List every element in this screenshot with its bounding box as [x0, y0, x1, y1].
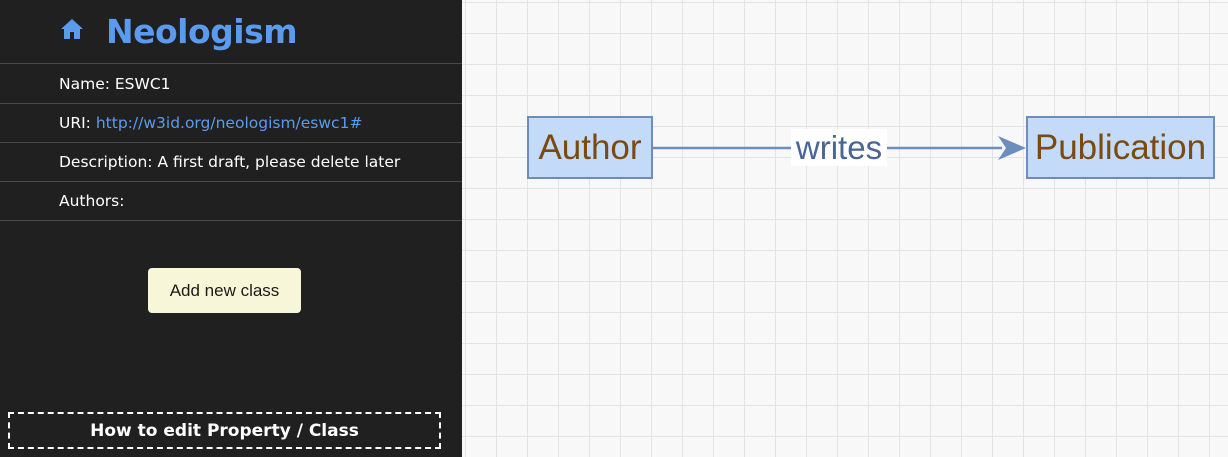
edge-layer	[653, 136, 1026, 160]
uri-row: URI: http://w3id.org/neologism/eswc1#	[0, 104, 462, 143]
brand-header[interactable]: Neologism	[0, 0, 462, 64]
uri-link[interactable]: http://w3id.org/neologism/eswc1#	[96, 114, 363, 132]
name-value: ESWC1	[114, 75, 171, 93]
description-row: Description: A first draft, please delet…	[0, 143, 462, 182]
author-class-node[interactable]: Author	[527, 116, 653, 179]
edit-help-button[interactable]: How to edit Property / Class	[8, 412, 441, 449]
description-label: Description:	[59, 153, 153, 171]
uri-label: URI:	[59, 114, 91, 132]
publication-class-node[interactable]: Publication	[1026, 116, 1215, 179]
writes-edge-label[interactable]: writes	[791, 129, 887, 166]
sidebar: Neologism Name: ESWC1 URI: http://w3id.o…	[0, 0, 462, 457]
name-row: Name: ESWC1	[0, 65, 462, 104]
description-value: A first draft, please delete later	[157, 153, 401, 171]
authors-label: Authors:	[59, 192, 125, 210]
authors-row: Authors:	[0, 182, 462, 221]
home-icon[interactable]	[60, 18, 84, 40]
add-new-class-button[interactable]: Add new class	[148, 268, 301, 313]
writes-edge-arrowhead	[998, 136, 1026, 160]
diagram-canvas[interactable]: Author writes Publication	[462, 0, 1228, 457]
app-title[interactable]: Neologism	[106, 12, 298, 51]
name-label: Name:	[59, 75, 110, 93]
